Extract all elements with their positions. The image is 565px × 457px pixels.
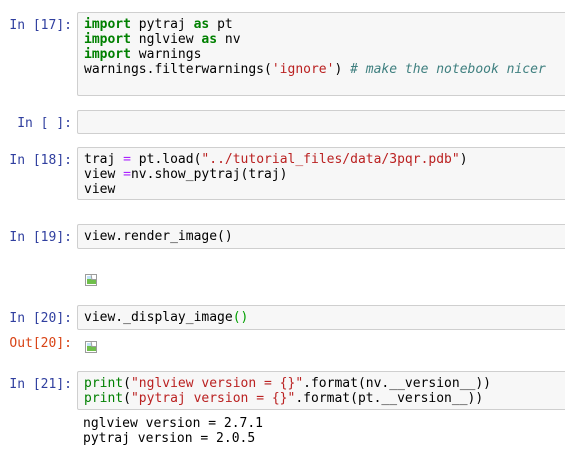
code-token: import bbox=[84, 17, 131, 32]
code-line: view =nv.show_pytraj(traj) bbox=[84, 167, 288, 182]
code-input-area[interactable] bbox=[77, 110, 565, 134]
code-token: ) bbox=[334, 62, 351, 77]
broken-image-icon bbox=[85, 274, 97, 286]
code-token: 'ignore' bbox=[271, 62, 335, 77]
output-prompt: Out[20]: bbox=[9, 336, 72, 351]
code-token: view.render_image() bbox=[84, 229, 233, 244]
code-token: ( bbox=[123, 376, 131, 391]
code-token: import bbox=[84, 32, 131, 47]
code-token: = bbox=[123, 167, 131, 182]
code-token: pt.load( bbox=[130, 152, 202, 167]
code-editor[interactable] bbox=[78, 111, 565, 119]
code-token: import bbox=[84, 47, 131, 62]
code-line: import warnings bbox=[84, 47, 201, 62]
code-token: ) bbox=[459, 152, 468, 167]
code-token: nv bbox=[217, 32, 241, 47]
code-token: ( bbox=[123, 391, 131, 406]
code-editor[interactable]: view._display_image() bbox=[78, 306, 565, 329]
code-line: import nglview as nv bbox=[84, 32, 241, 47]
code-input-area[interactable]: import pytraj as pt import nglview as nv… bbox=[77, 12, 565, 96]
code-token: .format(pt.__version__)) bbox=[295, 391, 484, 406]
code-line: print("nglview version = {}".format(nv._… bbox=[84, 376, 491, 391]
code-input-area[interactable]: view._display_image() bbox=[77, 305, 565, 330]
code-token: "nglview version = {}" bbox=[130, 376, 304, 391]
code-token: .format(nv.__version__)) bbox=[303, 376, 491, 391]
input-prompt: In [21]: bbox=[9, 377, 72, 392]
code-line: view bbox=[84, 182, 115, 197]
code-input-area[interactable]: traj = pt.load("../tutorial_files/data/3… bbox=[77, 147, 565, 200]
code-token: () bbox=[232, 310, 249, 325]
input-prompt: In [ ]: bbox=[17, 116, 72, 131]
code-token: print bbox=[84, 376, 124, 391]
stdout-line: pytraj version = 2.0.5 bbox=[83, 431, 256, 446]
code-line: import pytraj as pt bbox=[84, 17, 233, 32]
code-line: warnings.filterwarnings('ignore') # make… bbox=[84, 62, 546, 77]
stdout-line: nglview version = 2.7.1 bbox=[83, 416, 264, 431]
code-editor[interactable]: view.render_image() bbox=[78, 225, 565, 248]
input-prompt: In [17]: bbox=[9, 18, 72, 33]
code-token: "../tutorial_files/data/3pqr.pdb" bbox=[201, 152, 460, 167]
code-line: print("pytraj version = {}".format(pt.__… bbox=[84, 391, 483, 406]
input-prompt: In [19]: bbox=[9, 230, 72, 245]
input-prompt: In [18]: bbox=[9, 153, 72, 168]
input-prompt: In [20]: bbox=[9, 311, 72, 326]
code-token: warnings.filterwarnings( bbox=[84, 62, 272, 77]
code-token: pytraj bbox=[130, 17, 194, 32]
code-token: "pytraj version = {}" bbox=[130, 391, 296, 406]
code-token: as bbox=[201, 32, 218, 47]
code-token: as bbox=[193, 17, 210, 32]
code-token: view bbox=[84, 182, 116, 197]
code-token: view bbox=[84, 167, 124, 182]
code-input-area[interactable]: view.render_image() bbox=[77, 224, 565, 249]
code-token: warnings bbox=[130, 47, 202, 62]
code-token: view._display_image bbox=[84, 310, 233, 325]
code-token: print bbox=[84, 391, 124, 406]
broken-image-icon bbox=[85, 341, 97, 353]
code-editor[interactable]: traj = pt.load("../tutorial_files/data/3… bbox=[78, 148, 565, 201]
code-editor[interactable]: print("nglview version = {}".format(nv._… bbox=[78, 372, 565, 410]
code-input-area[interactable]: print("nglview version = {}".format(nv._… bbox=[77, 371, 565, 410]
code-token: = bbox=[123, 152, 131, 167]
code-token: pt bbox=[209, 17, 233, 32]
code-line: view.render_image() bbox=[84, 229, 233, 244]
code-line: view._display_image() bbox=[84, 310, 248, 325]
code-editor[interactable]: import pytraj as pt import nglview as nv… bbox=[78, 13, 565, 81]
code-token: nv.show_pytraj(traj) bbox=[130, 167, 288, 182]
code-token: traj bbox=[84, 152, 124, 167]
code-token: nglview bbox=[130, 32, 202, 47]
code-token: # make the notebook nicer bbox=[350, 62, 546, 77]
code-line: traj = pt.load("../tutorial_files/data/3… bbox=[84, 152, 468, 167]
